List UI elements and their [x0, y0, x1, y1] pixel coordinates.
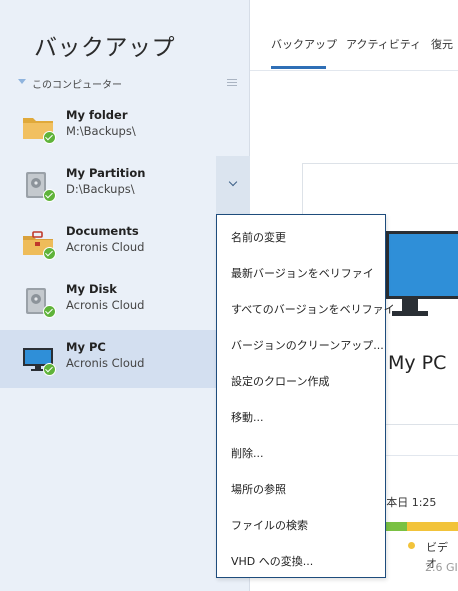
collapse-triangle-icon[interactable] — [18, 79, 26, 84]
legend-size: 2.6 GI — [425, 561, 458, 574]
backup-item-my-pc[interactable]: My PC Acronis Cloud — [0, 330, 250, 388]
status-ok-icon — [43, 189, 56, 202]
storage-usage-bar — [384, 522, 458, 531]
briefcase-folder-icon — [22, 228, 56, 260]
backup-location: M:\Backups\ — [66, 124, 136, 138]
menu-item-rename[interactable]: 名前の変更 — [231, 229, 286, 245]
backup-location: Acronis Cloud — [66, 356, 145, 370]
menu-item-clone-settings[interactable]: 設定のクローン作成 — [231, 373, 329, 389]
chevron-down-icon — [228, 177, 238, 187]
drive-icon — [22, 170, 56, 202]
legend-dot — [408, 542, 415, 549]
tab-activity[interactable]: アクティビティ — [346, 36, 421, 52]
backup-item-my-disk[interactable]: My Disk Acronis Cloud — [0, 272, 250, 330]
item-options-button[interactable] — [216, 156, 250, 214]
context-menu: 名前の変更 最新バージョンをベリファイ すべてのバージョンをベリファイ バージョ… — [216, 214, 395, 578]
drive-icon — [22, 286, 56, 318]
usage-segment — [407, 522, 458, 531]
page-title: バックアップ — [34, 35, 175, 61]
section-label: このコンピューター — [32, 80, 122, 91]
backup-name: Documents — [66, 224, 139, 238]
folder-icon — [22, 112, 56, 144]
source-title: My PC — [388, 352, 447, 374]
menu-item-delete[interactable]: 削除... — [231, 445, 264, 461]
monitor-icon — [386, 231, 458, 316]
backup-location: Acronis Cloud — [66, 240, 145, 254]
hamburger-menu-icon[interactable] — [227, 79, 237, 87]
backup-item-documents[interactable]: Documents Acronis Cloud — [0, 214, 250, 272]
status-ok-icon — [43, 305, 56, 318]
menu-item-validate-latest[interactable]: 最新バージョンをベリファイ — [231, 265, 374, 281]
menu-item-browse-location[interactable]: 場所の参照 — [231, 481, 286, 497]
menu-item-search-files[interactable]: ファイルの検索 — [231, 517, 308, 533]
menu-item-validate-all[interactable]: すべてのバージョンをベリファイ — [231, 301, 395, 317]
backup-name: My PC — [66, 340, 106, 354]
menu-item-cleanup-versions[interactable]: バージョンのクリーンアップ... — [231, 337, 384, 353]
menu-item-move[interactable]: 移動... — [231, 409, 264, 425]
backup-name: My Partition — [66, 166, 146, 180]
tab-backup[interactable]: バックアップ — [271, 36, 337, 52]
section-header-this-computer[interactable]: このコンピューター — [0, 74, 250, 96]
backup-item-my-partition[interactable]: My Partition D:\Backups\ — [0, 156, 250, 214]
backup-location: Acronis Cloud — [66, 298, 145, 312]
status-ok-icon — [43, 247, 56, 260]
sidebar: バックアップ このコンピューター My folder M:\Backups\ M… — [0, 0, 250, 591]
backup-location: D:\Backups\ — [66, 182, 135, 196]
status-ok-icon — [43, 363, 56, 376]
usage-segment — [384, 522, 407, 531]
menu-item-convert-vhd[interactable]: VHD への変換... — [231, 553, 313, 569]
tab-restore[interactable]: 復元 — [431, 36, 453, 52]
backup-name: My folder — [66, 108, 128, 122]
active-tab-indicator — [271, 66, 326, 69]
backup-name: My Disk — [66, 282, 117, 296]
backup-item-my-folder[interactable]: My folder M:\Backups\ — [0, 98, 250, 156]
status-ok-icon — [43, 131, 56, 144]
monitor-icon — [22, 344, 56, 376]
